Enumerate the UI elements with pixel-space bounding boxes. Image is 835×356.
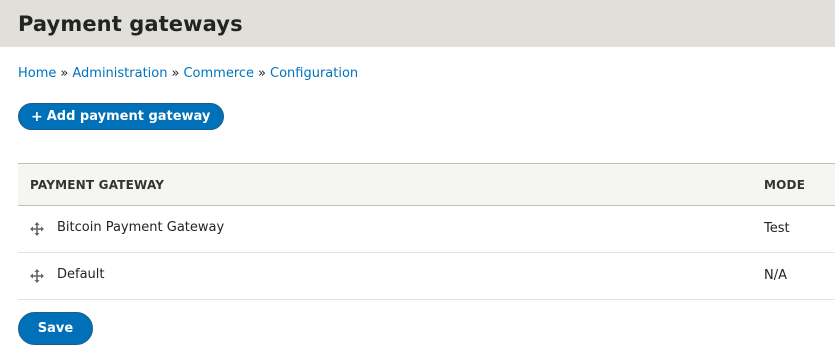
table-row: Bitcoin Payment Gateway Test — [18, 206, 835, 253]
gateway-name: Bitcoin Payment Gateway — [57, 220, 225, 235]
column-header-payment-gateway: PAYMENT GATEWAY — [30, 178, 165, 192]
table-header: PAYMENT GATEWAY MODE — [18, 164, 835, 206]
gateway-mode: N/A — [764, 268, 787, 283]
column-header-mode: MODE — [764, 178, 806, 192]
breadcrumb-administration[interactable]: Administration — [72, 66, 167, 81]
breadcrumb-separator: » — [60, 66, 69, 81]
breadcrumb-configuration[interactable]: Configuration — [270, 66, 358, 81]
breadcrumb-separator: » — [258, 66, 266, 81]
payment-gateways-table: PAYMENT GATEWAY MODE Bitcoin Payment Gat… — [18, 163, 835, 300]
page-header: Payment gateways — [0, 0, 835, 47]
page-title: Payment gateways — [18, 12, 243, 36]
save-button[interactable]: Save — [18, 312, 93, 345]
gateway-mode: Test — [764, 221, 790, 236]
breadcrumb-separator: » — [171, 66, 180, 81]
breadcrumb: Home» Administration» Commerce» Configurati… — [18, 66, 358, 81]
drag-handle-icon[interactable] — [30, 268, 44, 283]
table-row: Default N/A — [18, 253, 835, 300]
add-payment-gateway-label: Add payment gateway — [46, 109, 211, 124]
breadcrumb-home[interactable]: Home — [18, 66, 56, 81]
breadcrumb-commerce[interactable]: Commerce — [183, 66, 254, 81]
add-payment-gateway-button[interactable]: + Add payment gateway — [18, 103, 225, 130]
drag-handle-icon[interactable] — [30, 221, 44, 236]
gateway-name: Default — [57, 267, 105, 282]
plus-icon: + — [31, 108, 43, 125]
